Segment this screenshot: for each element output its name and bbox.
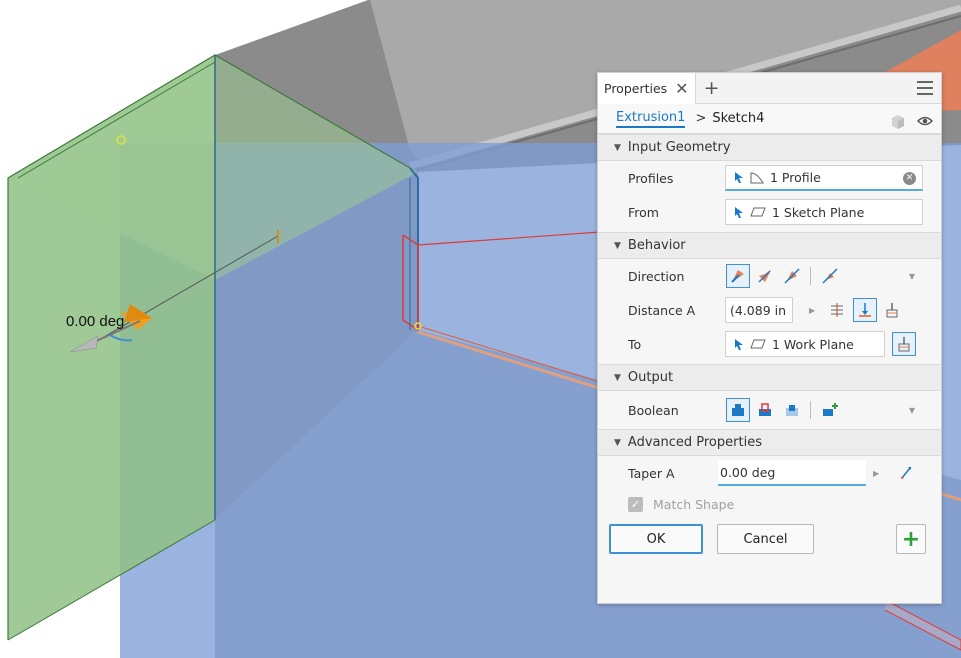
match-shape-checkbox[interactable]: ✓ Match Shape <box>628 496 735 512</box>
dialog-buttons: OK Cancel + <box>598 518 941 562</box>
direction-default-button[interactable] <box>726 264 750 288</box>
profiles-label: Profiles <box>628 170 674 186</box>
section-behavior-title: Behavior <box>627 238 686 253</box>
direction-symmetric-icon <box>784 268 800 284</box>
taper-input[interactable]: 0.00 deg <box>718 460 866 486</box>
collapse-triangle-icon[interactable]: ▼ <box>614 438 621 448</box>
join-icon <box>732 404 744 416</box>
section-behavior[interactable]: ▼ Behavior <box>598 232 941 259</box>
boolean-intersect-button[interactable] <box>780 398 804 422</box>
distance-arrow-icon[interactable]: ▶ <box>809 306 815 315</box>
profiles-selector[interactable]: 1 Profile ✕ <box>725 165 923 191</box>
boolean-row: Boolean ▼ <box>598 391 941 429</box>
from-selector[interactable]: 1 Sketch Plane <box>725 199 923 225</box>
to-row: To 1 Work Plane <box>598 327 941 361</box>
chevron-down-icon[interactable]: ▼ <box>909 272 915 281</box>
distance-between-button[interactable] <box>880 298 904 322</box>
match-shape-label: Match Shape <box>653 496 735 512</box>
chevron-down-icon[interactable]: ▼ <box>909 406 915 415</box>
taper-value: 0.00 deg <box>720 464 776 480</box>
eye-icon[interactable] <box>917 115 933 127</box>
distance-row: Distance A (4.089 in ▶ <box>598 293 941 327</box>
section-advanced-title: Advanced Properties <box>627 435 762 450</box>
profiles-value: 1 Profile <box>770 170 821 185</box>
from-label: From <box>628 204 659 220</box>
section-input-geometry-title: Input Geometry <box>627 140 731 155</box>
from-value: 1 Sketch Plane <box>772 204 865 220</box>
taper-row: Taper A 0.00 deg ▶ <box>598 456 941 490</box>
direction-default-icon <box>731 270 744 283</box>
breadcrumb: Extrusion1 > Sketch4 <box>598 104 941 134</box>
intersect-icon <box>786 405 798 416</box>
collapse-triangle-icon[interactable]: ▼ <box>614 143 621 153</box>
to-value: 1 Work Plane <box>772 336 854 352</box>
direction-asymmetric-button[interactable] <box>818 264 842 288</box>
section-output[interactable]: ▼ Output <box>598 364 941 391</box>
distance-value: (4.089 in <box>730 302 787 318</box>
direction-flipped-icon <box>758 270 771 283</box>
collapse-triangle-icon[interactable]: ▼ <box>614 373 621 383</box>
plane-icon <box>750 207 766 217</box>
extent-between-icon <box>886 303 898 318</box>
cursor-arrow-icon <box>735 338 743 350</box>
plus-icon[interactable]: + <box>704 77 720 99</box>
section-output-title: Output <box>627 370 674 385</box>
apply-plus-button[interactable]: + <box>896 524 926 554</box>
clear-icon[interactable]: ✕ <box>903 172 916 185</box>
profile-icon <box>750 171 764 183</box>
profiles-row: Profiles 1 Profile ✕ <box>598 161 941 195</box>
breadcrumb-extrusion-link[interactable]: Extrusion1 <box>616 110 686 128</box>
menu-icon[interactable] <box>917 81 933 95</box>
flip-taper-icon[interactable] <box>898 465 914 481</box>
cursor-arrow-icon <box>735 172 743 183</box>
boolean-cut-button[interactable] <box>753 398 777 422</box>
boolean-label: Boolean <box>628 402 679 418</box>
cursor-arrow-icon <box>735 206 743 218</box>
cancel-button[interactable]: Cancel <box>717 524 814 554</box>
to-extent-button[interactable] <box>892 332 916 356</box>
tab-properties-label: Properties <box>604 80 668 96</box>
properties-panel: Properties ✕ + Extrusion1 > Sketch4 ▼ In… <box>597 72 942 604</box>
direction-flipped-button[interactable] <box>753 264 777 288</box>
extent-to-icon <box>859 303 871 317</box>
collapse-triangle-icon[interactable]: ▼ <box>614 241 621 251</box>
from-row: From 1 Sketch Plane <box>598 195 941 229</box>
check-icon: ✓ <box>628 496 643 512</box>
direction-label: Direction <box>628 268 685 284</box>
taper-label: Taper A <box>628 465 675 481</box>
section-advanced-properties[interactable]: ▼ Advanced Properties <box>598 429 941 456</box>
to-selector[interactable]: 1 Work Plane <box>725 331 885 357</box>
boolean-new-solid-button[interactable] <box>818 398 842 422</box>
through-all-icon <box>831 303 843 317</box>
cut-icon <box>759 403 771 416</box>
section-input-geometry[interactable]: ▼ Input Geometry <box>598 134 941 161</box>
angle-readout[interactable]: 0.00 deg <box>66 313 124 330</box>
breadcrumb-current[interactable]: Sketch4 <box>712 111 764 126</box>
new-solid-icon <box>823 403 838 416</box>
distance-through-all-button[interactable] <box>825 298 849 322</box>
extent-between-icon <box>898 337 910 352</box>
cube-icon[interactable] <box>889 112 907 130</box>
breadcrumb-separator: > <box>695 111 707 126</box>
taper-arrow-icon[interactable]: ▶ <box>873 469 879 478</box>
ok-button[interactable]: OK <box>609 524 703 554</box>
distance-input[interactable]: (4.089 in <box>725 297 793 323</box>
plane-icon <box>750 339 766 349</box>
distance-label: Distance A <box>628 302 696 318</box>
match-shape-row: ✓ Match Shape <box>598 490 941 518</box>
close-icon[interactable]: ✕ <box>675 79 688 98</box>
direction-asymmetric-icon <box>822 268 838 284</box>
to-label: To <box>628 336 642 352</box>
boolean-join-button[interactable] <box>726 398 750 422</box>
panel-tab-bar: Properties ✕ + <box>598 72 941 104</box>
direction-row: Direction ▼ <box>598 259 941 293</box>
distance-to-button[interactable] <box>853 298 877 322</box>
tab-properties[interactable]: Properties ✕ <box>598 72 696 104</box>
direction-symmetric-button[interactable] <box>780 264 804 288</box>
